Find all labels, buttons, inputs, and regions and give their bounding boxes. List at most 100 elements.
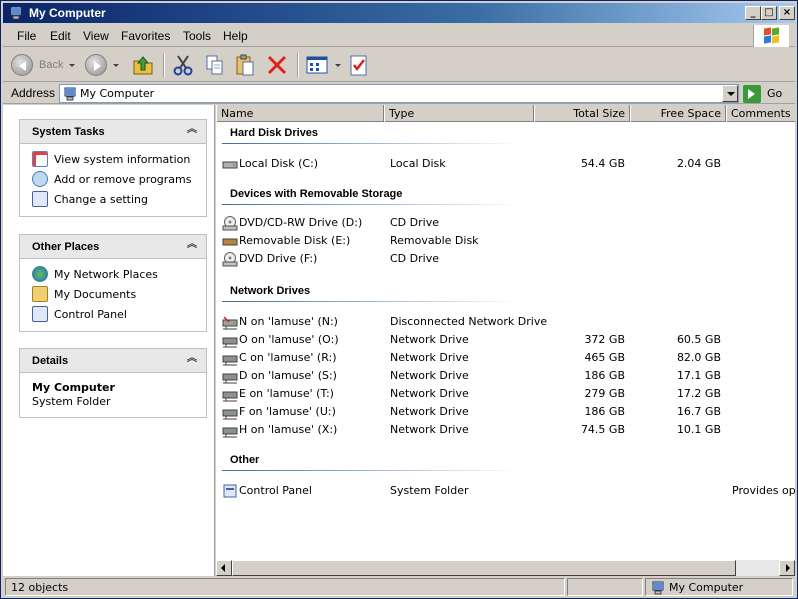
delete-button[interactable]: [265, 52, 289, 78]
drive-row[interactable]: Control Panel System Folder Provides optio: [216, 482, 795, 500]
horizontal-scrollbar[interactable]: [216, 560, 795, 576]
forward-button[interactable]: [85, 52, 119, 78]
copy-icon: [206, 55, 223, 75]
views-button[interactable]: [305, 52, 341, 78]
up-folder-button[interactable]: [131, 52, 155, 78]
drive-row[interactable]: Local Disk (C:) Local Disk 54.4 GB 2.04 GB: [216, 155, 795, 173]
menu-help[interactable]: Help: [223, 29, 248, 43]
drive-type: Network Drive: [390, 351, 469, 364]
minimize-button[interactable]: _: [745, 6, 761, 20]
drive-row[interactable]: E on 'lamuse' (T:) Network Drive 279 GB 17.…: [216, 385, 795, 403]
system-tasks-header[interactable]: System Tasks ︽: [20, 120, 206, 144]
group-heading: Hard Disk Drives: [230, 127, 319, 139]
collapse-chevron-icon[interactable]: ︽: [186, 354, 198, 366]
column-total-size[interactable]: Total Size: [534, 105, 630, 122]
drive-row[interactable]: F on 'lamuse' (U:) Network Drive 186 GB 16.…: [216, 403, 795, 421]
address-bar: Address My Computer Go: [3, 83, 795, 104]
drive-name: C on 'lamuse' (R:): [239, 351, 337, 364]
column-name[interactable]: Name: [216, 105, 384, 122]
scroll-right-button[interactable]: [779, 560, 795, 576]
details-panel: Details ︽ My Computer System Folder: [19, 348, 207, 418]
drive-type: Local Disk: [390, 157, 446, 170]
paste-button[interactable]: [233, 52, 257, 78]
menu-view[interactable]: View: [83, 29, 109, 43]
task-label: View system information: [54, 152, 191, 166]
file-list-pane: Name Type Total Size Free Space Comments…: [216, 105, 795, 560]
paste-icon: [236, 54, 254, 76]
other-places-title: Other Places: [32, 241, 100, 253]
go-button[interactable]: Go: [743, 84, 782, 103]
address-input[interactable]: My Computer: [59, 84, 739, 103]
drive-name: D on 'lamuse' (S:): [239, 369, 337, 382]
back-arrow-icon: [11, 54, 33, 76]
back-dropdown-icon[interactable]: [69, 63, 76, 67]
menu-tools[interactable]: Tools: [183, 29, 211, 43]
back-button[interactable]: Back: [11, 52, 76, 78]
other-places-panel: Other Places ︽ My Network Places My Docu…: [19, 234, 207, 332]
explorer-window: My Computer _ □ × File Edit View Favorit…: [0, 0, 798, 599]
place-control-panel[interactable]: Control Panel: [32, 305, 127, 323]
column-header: Name Type Total Size Free Space Comments: [216, 105, 795, 122]
drive-type: Network Drive: [390, 333, 469, 346]
go-arrow-icon: [743, 84, 761, 103]
menu-edit[interactable]: Edit: [50, 29, 71, 43]
network-places-icon: [32, 266, 48, 282]
drive-row[interactable]: H on 'lamuse' (X:) Network Drive 74.5 GB 10…: [216, 421, 795, 439]
drive-row[interactable]: DVD/CD-RW Drive (D:) CD Drive: [216, 214, 795, 232]
group-heading: Other: [230, 454, 260, 466]
copy-button[interactable]: [203, 52, 227, 78]
network-drive-icon: [222, 373, 238, 384]
forward-dropdown-icon[interactable]: [113, 63, 119, 67]
drive-row[interactable]: D on 'lamuse' (S:) Network Drive 186 GB 17.…: [216, 367, 795, 385]
drive-row[interactable]: C on 'lamuse' (R:) Network Drive 465 GB 82.…: [216, 349, 795, 367]
details-header[interactable]: Details ︽: [20, 349, 206, 373]
drive-type: System Folder: [390, 484, 469, 497]
scroll-thumb[interactable]: [232, 560, 736, 576]
drive-name: H on 'lamuse' (X:): [239, 423, 338, 436]
place-my-documents[interactable]: My Documents: [32, 285, 136, 303]
hard-disk-icon: [222, 238, 238, 246]
column-type[interactable]: Type: [384, 105, 534, 122]
column-comments[interactable]: Comments: [726, 105, 795, 122]
task-view-system-information[interactable]: View system information: [32, 150, 190, 168]
drive-name: F on 'lamuse' (U:): [239, 405, 336, 418]
close-button[interactable]: ×: [779, 6, 795, 20]
place-my-network-places[interactable]: My Network Places: [32, 265, 158, 283]
collapse-chevron-icon[interactable]: ︽: [186, 240, 198, 252]
group-divider: [222, 301, 522, 302]
my-computer-icon: [652, 581, 664, 595]
scroll-left-button[interactable]: [216, 560, 232, 576]
address-label: Address: [11, 86, 56, 100]
drive-row[interactable]: DVD Drive (F:) CD Drive: [216, 250, 795, 268]
views-dropdown-icon[interactable]: [335, 63, 341, 67]
my-documents-icon: [32, 286, 48, 302]
properties-button[interactable]: [347, 52, 371, 78]
windows-logo: [753, 25, 789, 47]
task-change-setting[interactable]: Change a setting: [32, 190, 148, 208]
drive-row[interactable]: N on 'lamuse' (N:) Disconnected Network D…: [216, 313, 795, 331]
control-panel-icon: [32, 306, 48, 322]
back-label: Back: [39, 59, 64, 71]
add-remove-programs-icon: [32, 171, 48, 187]
drive-free-space: 2.04 GB: [676, 157, 721, 170]
place-label: My Documents: [54, 287, 137, 301]
collapse-chevron-icon[interactable]: ︽: [186, 125, 198, 137]
address-dropdown-button[interactable]: [722, 85, 738, 102]
group-divider: [222, 470, 522, 471]
drive-row[interactable]: O on 'lamuse' (O:) Network Drive 372 GB 60.…: [216, 331, 795, 349]
task-add-remove-programs[interactable]: Add or remove programs: [32, 170, 192, 188]
drive-row[interactable]: Removable Disk (E:) Removable Disk: [216, 232, 795, 250]
place-label: My Network Places: [54, 267, 158, 281]
column-free-space[interactable]: Free Space: [630, 105, 726, 122]
menu-favorites[interactable]: Favorites: [121, 29, 170, 43]
menu-file[interactable]: File: [17, 29, 36, 43]
drive-comment: Provides optio: [732, 484, 795, 497]
title-bar[interactable]: My Computer _ □ ×: [3, 3, 795, 23]
other-places-header[interactable]: Other Places ︽: [20, 235, 206, 259]
maximize-button[interactable]: □: [761, 6, 777, 20]
task-label: Add or remove programs: [54, 172, 192, 186]
my-computer-icon: [64, 87, 76, 101]
cut-button[interactable]: [171, 52, 195, 78]
drive-free-space: 17.1 GB: [676, 369, 721, 382]
status-bar: 12 objects My Computer: [3, 577, 795, 597]
